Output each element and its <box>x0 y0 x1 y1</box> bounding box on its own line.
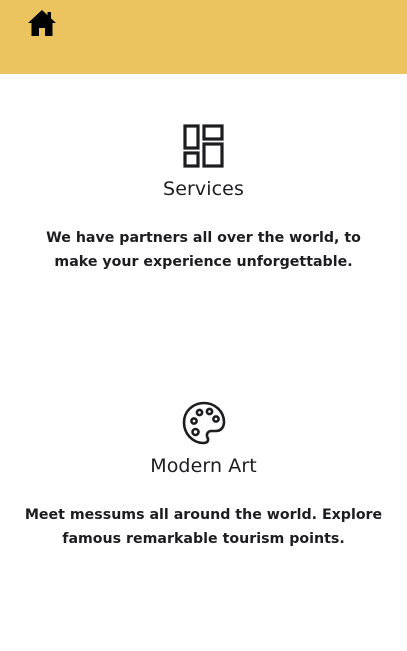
modern-art-title: Modern Art <box>150 455 257 477</box>
top-bar <box>0 0 407 74</box>
services-title: Services <box>163 178 244 200</box>
palette-icon <box>182 400 226 446</box>
home-icon <box>28 10 56 36</box>
home-button[interactable] <box>27 9 57 37</box>
services-section: Services We have partners all over the w… <box>0 123 407 274</box>
layout-grid-icon <box>182 123 226 169</box>
modern-art-description: Meet messums all around the world. Explo… <box>24 507 383 547</box>
modern-art-section: Modern Art Meet messums all around the w… <box>0 400 407 551</box>
services-description: We have partners all over the world, to … <box>46 230 361 270</box>
